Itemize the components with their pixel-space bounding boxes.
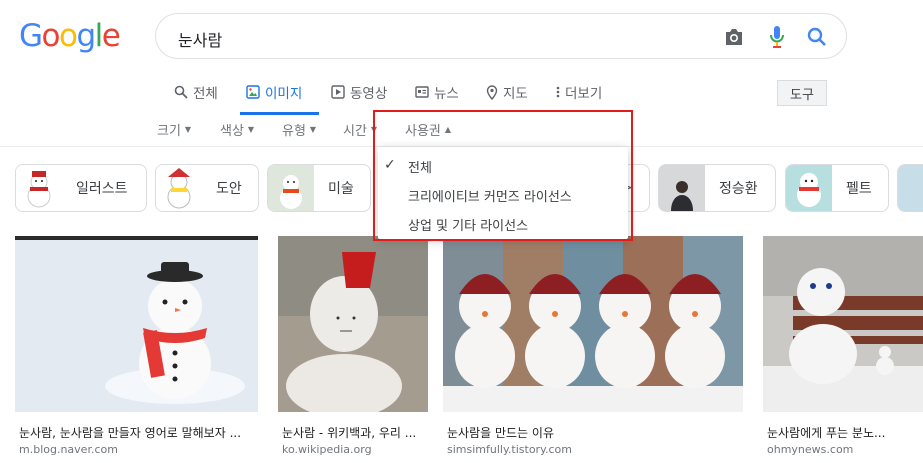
license-option-all[interactable]: 전체 [408, 157, 432, 176]
logo-letter: o [41, 18, 61, 54]
filter-type[interactable]: 유형 ▼ [282, 120, 316, 139]
tab-label: 동영상 [350, 86, 388, 102]
chip-partial[interactable] [897, 164, 923, 212]
chip-thumbnail [268, 165, 314, 211]
microphone-icon[interactable] [764, 24, 790, 50]
result-title[interactable]: 눈사람을 만드는 이유 [447, 424, 747, 441]
chip-label: 미술 [328, 181, 354, 197]
filter-label: 유형 [282, 124, 306, 139]
search-icon [174, 85, 188, 99]
result-image[interactable] [443, 236, 743, 412]
news-icon [415, 86, 429, 98]
filter-license[interactable]: 사용권 ▲ [405, 120, 451, 139]
filter-time[interactable]: 시간 ▼ [343, 120, 377, 139]
chip-label: 정승환 [719, 181, 758, 197]
check-icon: ✓ [384, 156, 396, 172]
result-image[interactable] [15, 236, 258, 412]
result-source: ohmynews.com [767, 443, 854, 456]
filter-label: 색상 [220, 124, 244, 139]
result-title[interactable]: 눈사람, 눈사람을 만들자 영어로 말해보자 ... [19, 424, 262, 441]
result-image[interactable] [763, 236, 923, 412]
tab-label: 더보기 [565, 86, 603, 102]
filter-label: 크기 [157, 124, 181, 139]
result-title[interactable]: 눈사람에게 푸는 분노... [767, 424, 923, 441]
logo-letter: e [101, 18, 121, 54]
caret-down-icon: ▼ [370, 125, 378, 134]
search-box[interactable]: 눈사람 [155, 13, 847, 59]
chip-pattern[interactable]: 도안 [155, 164, 259, 212]
tab-label: 뉴스 [434, 86, 459, 102]
license-dropdown: ✓ 전체 크리에이티브 커먼즈 라이선스 상업 및 기타 라이선스 [378, 147, 628, 239]
map-pin-icon [486, 84, 498, 100]
filter-label: 시간 [343, 124, 367, 139]
chip-illustration[interactable]: 일러스트 [15, 164, 147, 212]
chip-jung-seunghwan[interactable]: 정승환 [658, 164, 776, 212]
play-icon [331, 85, 345, 99]
tab-more[interactable]: 더보기 [556, 82, 602, 102]
filter-label: 사용권 [405, 124, 441, 139]
more-vert-icon [556, 86, 560, 98]
tab-label: 이미지 [265, 86, 303, 102]
license-option-creative-commons[interactable]: 크리에이티브 커먼즈 라이선스 [408, 186, 572, 205]
caret-up-icon: ▲ [444, 125, 452, 134]
chip-thumbnail [786, 165, 832, 211]
license-option-commercial[interactable]: 상업 및 기타 라이선스 [408, 215, 528, 234]
caret-down-icon: ▼ [247, 125, 255, 134]
chip-felt[interactable]: 펠트 [785, 164, 889, 212]
tools-button[interactable]: 도구 [777, 80, 827, 106]
camera-icon[interactable] [721, 24, 747, 50]
active-tab-indicator [240, 112, 319, 115]
tab-label: 전체 [193, 86, 218, 102]
tab-label: 지도 [503, 86, 528, 102]
caret-down-icon: ▼ [184, 125, 192, 134]
chip-thumbnail [659, 165, 705, 211]
tab-images[interactable]: 이미지 [246, 82, 302, 102]
result-source: ko.wikipedia.org [282, 443, 372, 456]
logo-letter: l [94, 18, 104, 54]
chip-thumbnail [898, 165, 923, 211]
filter-color[interactable]: 색상 ▼ [220, 120, 254, 139]
filter-size[interactable]: 크기 ▼ [157, 120, 191, 139]
result-source: simsimfully.tistory.com [447, 443, 572, 456]
logo-letter: g [76, 18, 96, 54]
chip-art[interactable]: 미술 [267, 164, 371, 212]
chip-label: 도안 [216, 181, 242, 197]
search-icon[interactable] [804, 24, 830, 50]
result-source: m.blog.naver.com [19, 443, 118, 456]
tab-all[interactable]: 전체 [174, 82, 218, 102]
tab-news[interactable]: 뉴스 [415, 82, 459, 102]
caret-down-icon: ▼ [309, 125, 317, 134]
tab-videos[interactable]: 동영상 [331, 82, 387, 102]
chip-thumbnail [156, 165, 202, 211]
image-icon [246, 85, 260, 99]
result-image[interactable] [278, 236, 428, 412]
chip-label: 펠트 [846, 181, 872, 197]
logo-letter: G [19, 18, 43, 54]
chip-thumbnail [16, 165, 62, 211]
search-input[interactable]: 눈사람 [178, 27, 222, 51]
chip-label: 일러스트 [76, 181, 128, 197]
result-title[interactable]: 눈사람 - 위키백과, 우리 ... [282, 424, 432, 441]
google-logo[interactable]: Google [19, 18, 121, 54]
tab-maps[interactable]: 지도 [486, 82, 528, 102]
logo-letter: o [59, 18, 78, 54]
